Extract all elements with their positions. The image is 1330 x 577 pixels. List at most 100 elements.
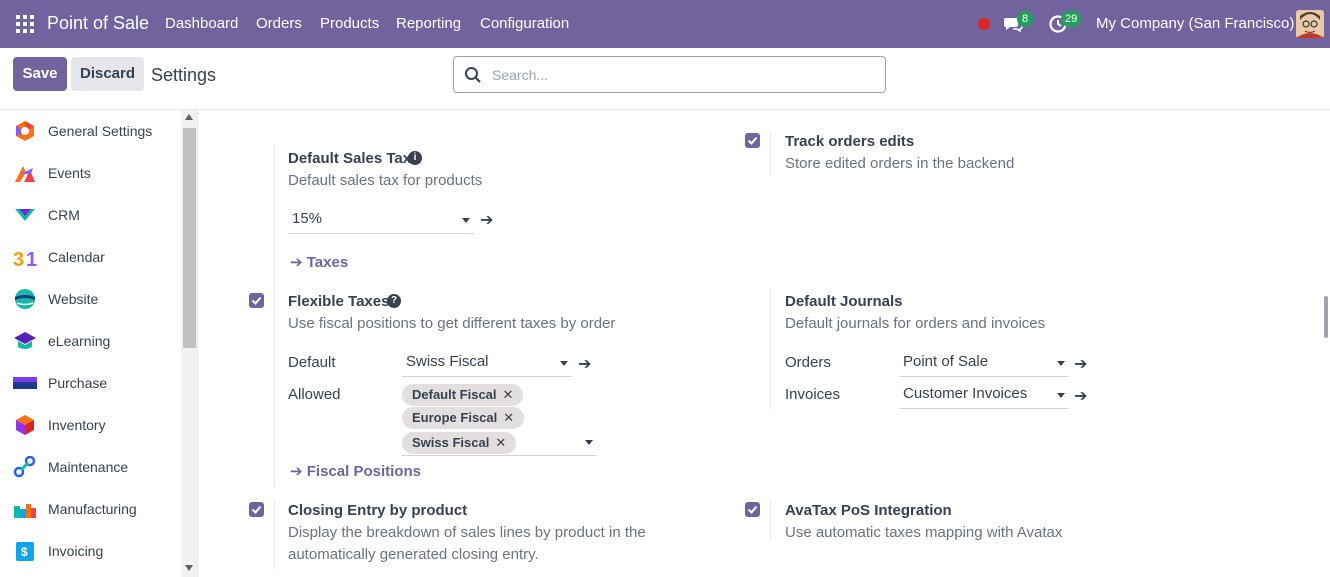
- select-value: Swiss Fiscal: [406, 353, 489, 370]
- app-brand[interactable]: Point of Sale: [47, 13, 149, 34]
- inventory-icon: [16, 415, 34, 435]
- open-record-arrow-icon[interactable]: ➔: [1074, 386, 1087, 406]
- invoices-journal-label: Invoices: [785, 386, 841, 403]
- allowed-fiscal-label: Allowed: [288, 386, 341, 403]
- sidebar-item-label: Invoicing: [48, 543, 104, 559]
- search-input[interactable]: [492, 63, 872, 87]
- messages-badge: 8: [1017, 11, 1033, 27]
- fiscal-tag: Default Fiscal ✕: [402, 384, 524, 406]
- general-settings-icon: [16, 121, 34, 141]
- tag-label: Europe Fiscal: [412, 410, 498, 425]
- scroll-up-icon[interactable]: [185, 114, 193, 120]
- settings-content: Default Sales Tax i Default sales tax fo…: [199, 110, 1324, 577]
- menu-reporting[interactable]: Reporting: [396, 15, 461, 32]
- apps-menu-icon[interactable]: [16, 15, 34, 33]
- default-sales-tax-title: Default Sales Tax: [288, 150, 412, 167]
- menu-orders[interactable]: Orders: [256, 15, 302, 32]
- orders-journal-select[interactable]: Point of Sale: [899, 351, 1069, 377]
- divider: [770, 132, 771, 174]
- menu-dashboard[interactable]: Dashboard: [165, 15, 238, 32]
- open-record-arrow-icon[interactable]: ➔: [578, 354, 591, 374]
- invoices-journal-select[interactable]: Customer Invoices: [899, 383, 1069, 409]
- avatax-description: Use automatic taxes mapping with Avatax: [785, 524, 1063, 541]
- select-value: Point of Sale: [903, 353, 989, 370]
- sidebar-item-label: CRM: [48, 207, 80, 223]
- recording-indicator-icon[interactable]: [978, 18, 990, 30]
- divider: [770, 500, 771, 540]
- sidebar-item-manufacturing[interactable]: Manufacturing: [0, 488, 181, 530]
- default-sales-tax-description: Default sales tax for products: [288, 172, 483, 189]
- default-fiscal-select[interactable]: Swiss Fiscal: [402, 351, 572, 377]
- sidebar-item-calendar[interactable]: 3 1 Calendar: [0, 236, 181, 278]
- menu-configuration[interactable]: Configuration: [480, 15, 569, 32]
- allowed-fiscal-select[interactable]: [402, 430, 597, 456]
- elearning-icon: [14, 332, 36, 349]
- chevron-down-icon: [585, 440, 593, 445]
- purchase-icon: [13, 377, 37, 389]
- website-icon: [15, 289, 35, 309]
- avatax-checkbox[interactable]: [745, 502, 760, 517]
- sidebar-item-general-settings[interactable]: General Settings: [0, 110, 181, 152]
- default-fiscal-label: Default: [288, 354, 336, 371]
- company-switcher[interactable]: My Company (San Francisco): [1096, 15, 1294, 32]
- orders-journal-label: Orders: [785, 354, 831, 371]
- remove-tag-icon[interactable]: ✕: [503, 410, 514, 425]
- info-icon[interactable]: i: [408, 151, 422, 165]
- track-orders-edits-checkbox[interactable]: [745, 133, 760, 148]
- fiscal-positions-link[interactable]: ➔ Fiscal Positions: [290, 462, 421, 480]
- chevron-down-icon: [1057, 393, 1065, 398]
- sidebar-item-events[interactable]: Events: [0, 152, 181, 194]
- search-bar[interactable]: [453, 56, 886, 93]
- content-scrollbar-thumb[interactable]: [1324, 296, 1328, 338]
- open-record-arrow-icon[interactable]: ➔: [480, 210, 493, 230]
- search-icon: [465, 67, 481, 83]
- sidebar-item-label: Purchase: [48, 375, 108, 391]
- help-icon[interactable]: ?: [387, 294, 401, 308]
- sidebar-scrollbar-thumb[interactable]: [183, 128, 196, 348]
- checkmark-icon: [747, 505, 758, 514]
- sidebar-item-label: eLearning: [48, 333, 111, 349]
- tag-label: Default Fiscal: [412, 387, 497, 402]
- menu-products[interactable]: Products: [320, 15, 379, 32]
- sidebar-item-invoicing[interactable]: $ Invoicing: [0, 530, 181, 572]
- closing-entry-title: Closing Entry by product: [288, 502, 468, 519]
- discard-button[interactable]: Discard: [71, 57, 144, 91]
- sidebar-item-elearning[interactable]: eLearning: [0, 320, 181, 362]
- sidebar-item-crm[interactable]: CRM: [0, 194, 181, 236]
- divider: [770, 290, 771, 410]
- svg-text:1: 1: [26, 249, 37, 268]
- checkmark-icon: [747, 136, 758, 145]
- taxes-link[interactable]: ➔ Taxes: [290, 253, 348, 271]
- fiscal-tag: Europe Fiscal ✕: [402, 407, 525, 429]
- sidebar-item-label: Events: [48, 165, 91, 181]
- scroll-down-icon[interactable]: [185, 565, 193, 571]
- sidebar-item-maintenance[interactable]: Maintenance: [0, 446, 181, 488]
- chevron-down-icon: [560, 361, 568, 366]
- control-panel: Save Discard Settings: [0, 48, 1330, 110]
- sidebar-item-label: Inventory: [48, 417, 106, 433]
- sidebar-item-label: Maintenance: [48, 459, 129, 475]
- sidebar-item-inventory[interactable]: Inventory: [0, 404, 181, 446]
- closing-entry-checkbox[interactable]: [249, 502, 264, 517]
- arrow-right-icon: ➔: [290, 254, 303, 271]
- sidebar-item-website[interactable]: Website: [0, 278, 181, 320]
- link-label: Fiscal Positions: [306, 463, 421, 480]
- save-button[interactable]: Save: [13, 57, 67, 91]
- closing-entry-description-line2: automatically generated closing entry.: [288, 546, 539, 563]
- open-record-arrow-icon[interactable]: ➔: [1074, 354, 1087, 374]
- flexible-taxes-checkbox[interactable]: [249, 293, 264, 308]
- sidebar-item-label: Calendar: [48, 249, 105, 265]
- user-avatar[interactable]: [1296, 10, 1324, 38]
- track-orders-edits-description: Store edited orders in the backend: [785, 155, 1015, 172]
- svg-text:$: $: [21, 545, 28, 559]
- invoicing-icon: $: [16, 542, 34, 561]
- chevron-down-icon: [462, 218, 470, 223]
- link-label: Taxes: [306, 254, 349, 271]
- arrow-right-icon: ➔: [290, 463, 303, 480]
- sidebar-item-label: Manufacturing: [48, 501, 137, 517]
- sidebar-item-purchase[interactable]: Purchase: [0, 362, 181, 404]
- closing-entry-description-line1: Display the breakdown of sales lines by …: [288, 524, 646, 541]
- remove-tag-icon[interactable]: ✕: [503, 387, 514, 402]
- default-sales-tax-select[interactable]: 15%: [288, 208, 474, 234]
- checkmark-icon: [251, 505, 262, 514]
